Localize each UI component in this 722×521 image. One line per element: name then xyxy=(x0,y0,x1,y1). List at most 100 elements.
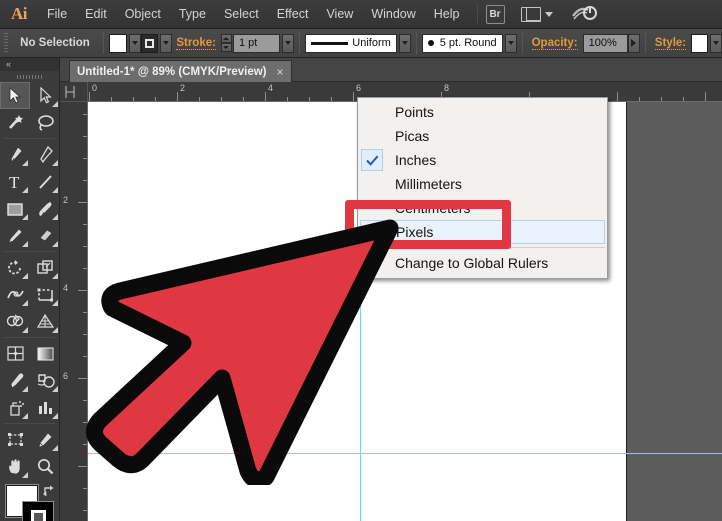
stroke-label[interactable]: Stroke: xyxy=(176,37,216,50)
ruler-h-label-4: 4 xyxy=(268,83,273,93)
paintbrush-tool[interactable] xyxy=(30,195,60,222)
bridge-icon[interactable]: Br xyxy=(486,5,505,24)
graphic-style-swatch[interactable] xyxy=(691,34,708,53)
free-transform-tool[interactable] xyxy=(30,281,60,308)
menu-option-label: Change to Global Rulers xyxy=(395,255,548,271)
collapse-panel-icon[interactable]: « xyxy=(6,59,11,70)
style-label[interactable]: Style: xyxy=(655,37,686,50)
pen-tool[interactable] xyxy=(0,141,30,168)
hand-tool[interactable] xyxy=(0,453,30,480)
tool-flyout-indicator xyxy=(52,101,58,107)
menu-item-select[interactable]: Select xyxy=(215,0,268,29)
toolbox-header: « xyxy=(0,58,59,71)
brush-definition-field[interactable]: 5 pt. Round xyxy=(422,34,503,53)
eyedropper-tool[interactable] xyxy=(0,367,30,394)
close-icon[interactable]: × xyxy=(277,66,284,78)
rectangle-tool[interactable] xyxy=(0,195,30,222)
menu-option-label: Picas xyxy=(395,128,429,144)
artboard-tool[interactable] xyxy=(0,426,30,453)
checkmark-icon xyxy=(366,155,379,166)
line-segment-tool[interactable] xyxy=(30,168,60,195)
gradient-tool[interactable] xyxy=(30,340,60,367)
tool-flyout-indicator xyxy=(22,214,28,220)
menu-item-window[interactable]: Window xyxy=(362,0,424,29)
direct-selection-tool[interactable] xyxy=(30,82,60,109)
toolbox-panel: « xyxy=(0,58,60,521)
control-divider-3 xyxy=(416,32,417,54)
menu-option-label: Millimeters xyxy=(395,176,462,192)
perspective-grid-tool[interactable] xyxy=(30,308,60,335)
opacity-flyout-button[interactable] xyxy=(628,34,640,53)
add-anchor-point-tool[interactable] xyxy=(30,141,60,168)
menu-item-view[interactable]: View xyxy=(317,0,362,29)
brush-dropdown-button[interactable] xyxy=(505,34,517,53)
stroke-profile-dropdown-button[interactable] xyxy=(399,34,411,53)
control-divider-4 xyxy=(522,32,523,54)
stroke-weight-dropdown-button[interactable] xyxy=(282,34,294,53)
stroke-dropdown-button[interactable] xyxy=(160,34,172,53)
opacity-field[interactable]: 100% xyxy=(583,34,628,53)
toolbox-grip[interactable] xyxy=(0,71,59,82)
cs-live-icon[interactable] xyxy=(571,3,597,26)
fill-dropdown-button[interactable] xyxy=(129,34,141,53)
check-cell xyxy=(361,149,383,171)
tool-flyout-indicator xyxy=(22,241,28,247)
tool-flyout-indicator xyxy=(52,327,58,333)
tool-flyout-indicator xyxy=(22,187,28,193)
tool-flyout-indicator xyxy=(22,386,28,392)
check-cell xyxy=(361,125,383,147)
control-divider-5 xyxy=(645,32,646,54)
stroke-weight-field[interactable]: 1 pt xyxy=(233,34,280,53)
menu-item-object[interactable]: Object xyxy=(116,0,170,29)
ruler-v-label-4: 4 xyxy=(63,283,68,293)
fill-color-swatch[interactable] xyxy=(109,34,128,53)
menu-option-picas[interactable]: Picas xyxy=(358,124,607,148)
type-tool[interactable]: T xyxy=(0,168,30,195)
stroke-color-swatch[interactable] xyxy=(141,34,158,53)
stroke-color-control[interactable] xyxy=(22,501,54,521)
menu-item-effect[interactable]: Effect xyxy=(268,0,318,29)
magic-wand-tool[interactable] xyxy=(0,109,30,136)
toolbox-grid-5 xyxy=(0,426,59,480)
zoom-tool[interactable] xyxy=(30,453,60,480)
selection-tool[interactable] xyxy=(0,82,30,109)
control-bar-grip[interactable] xyxy=(4,33,8,53)
menu-option-points[interactable]: Points xyxy=(358,100,607,124)
slice-tool[interactable] xyxy=(30,426,60,453)
menu-option-label: Inches xyxy=(395,152,436,168)
svg-text:T: T xyxy=(9,173,20,191)
tool-flyout-indicator xyxy=(52,273,58,279)
width-tool[interactable] xyxy=(0,281,30,308)
blend-tool[interactable] xyxy=(30,367,60,394)
menu-item-edit[interactable]: Edit xyxy=(76,0,116,29)
menu-item-help[interactable]: Help xyxy=(425,0,469,29)
shape-builder-tool[interactable] xyxy=(0,308,30,335)
document-tab[interactable]: Untitled-1* @ 89% (CMYK/Preview) × xyxy=(69,60,292,82)
style-dropdown-button[interactable] xyxy=(710,34,722,53)
chevron-down-icon xyxy=(545,12,553,17)
swap-fill-stroke-icon[interactable] xyxy=(42,484,56,502)
rotate-tool[interactable] xyxy=(0,254,30,281)
symbol-sprayer-tool[interactable] xyxy=(0,394,30,421)
ruler-origin-corner[interactable] xyxy=(60,82,88,102)
menu-item-file[interactable]: File xyxy=(38,0,76,29)
scale-tool[interactable] xyxy=(30,254,60,281)
opacity-label[interactable]: Opacity: xyxy=(532,37,578,50)
check-cell xyxy=(361,173,383,195)
menu-option-millimeters[interactable]: Millimeters xyxy=(358,172,607,196)
stroke-weight-stepper[interactable] xyxy=(221,34,232,52)
menu-item-type[interactable]: Type xyxy=(170,0,215,29)
ruler-h-label-6: 6 xyxy=(356,83,361,93)
tool-flyout-indicator xyxy=(22,413,28,419)
column-graph-tool[interactable] xyxy=(30,394,60,421)
tool-flyout-indicator xyxy=(22,327,28,333)
mesh-tool[interactable] xyxy=(0,340,30,367)
lasso-tool[interactable] xyxy=(30,109,60,136)
stroke-profile-field[interactable]: Uniform xyxy=(305,34,397,53)
stroke-profile-value: Uniform xyxy=(352,37,391,49)
tool-flyout-indicator xyxy=(52,214,58,220)
workspace-switcher-button[interactable] xyxy=(521,7,553,22)
menu-option-inches[interactable]: Inches xyxy=(358,148,607,172)
pencil-tool[interactable] xyxy=(0,222,30,249)
eraser-tool[interactable] xyxy=(30,222,60,249)
